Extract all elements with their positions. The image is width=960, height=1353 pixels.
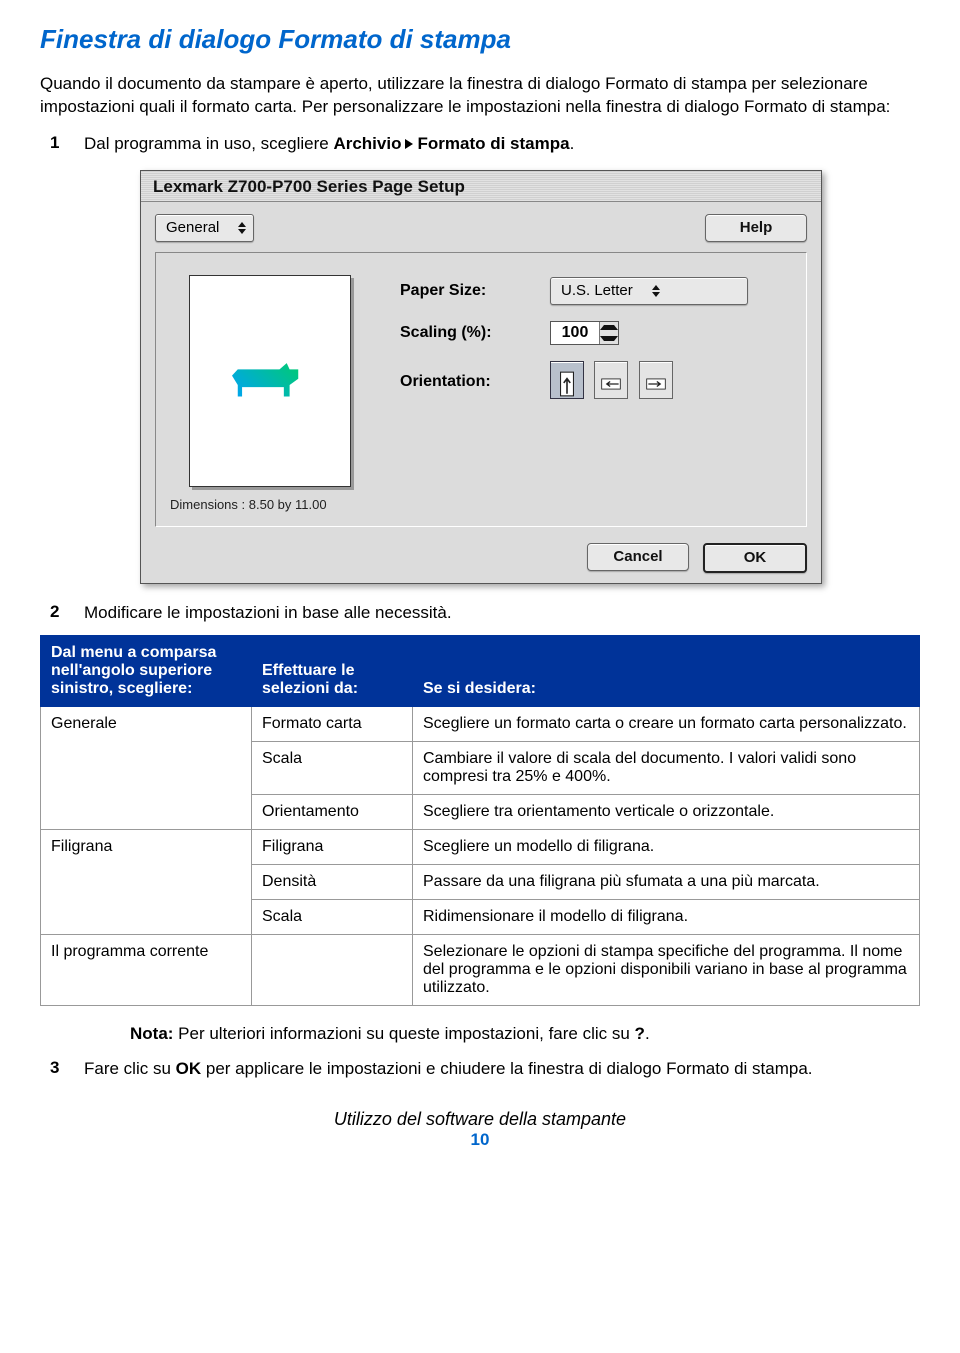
scaling-label: Scaling (%): xyxy=(400,324,550,342)
preview-dog-icon xyxy=(232,354,304,406)
step-1-number: 1 xyxy=(40,133,84,156)
orientation-label: Orientation: xyxy=(400,373,550,391)
page-preview xyxy=(189,275,351,487)
table-cell: Scegliere un modello di filigrana. xyxy=(413,829,920,864)
note-line: Nota: Per ulteriori informazioni su ques… xyxy=(130,1024,920,1044)
table-cell: Scala xyxy=(252,741,413,794)
table-row: Generale Formato carta Scegliere un form… xyxy=(41,706,920,741)
table-cell: Scegliere un formato carta o creare un f… xyxy=(413,706,920,741)
table-header-3: Se si desidera: xyxy=(413,635,920,706)
general-dropdown[interactable]: General xyxy=(155,214,254,242)
step3-prefix: Fare clic su xyxy=(84,1059,176,1078)
table-cell: Formato carta xyxy=(252,706,413,741)
dialog-title: Lexmark Z700-P700 Series Page Setup xyxy=(153,177,465,196)
table-cell: Scala xyxy=(252,899,413,934)
step1-prefix: Dal programma in uso, scegliere xyxy=(84,134,333,153)
step3-ok: OK xyxy=(176,1059,202,1078)
landscape-left-icon xyxy=(600,370,622,398)
note-end: . xyxy=(645,1024,650,1043)
ok-button[interactable]: OK xyxy=(703,543,807,573)
scaling-input[interactable]: 100 xyxy=(550,321,619,345)
table-cell: Densità xyxy=(252,864,413,899)
papersize-dropdown[interactable]: U.S. Letter xyxy=(550,277,748,305)
page-title: Finestra di dialogo Formato di stampa xyxy=(40,24,920,55)
orientation-portrait-button[interactable] xyxy=(550,361,584,399)
spinner-up-icon xyxy=(600,325,618,330)
table-cell: Ridimensionare il modello di filigrana. xyxy=(413,899,920,934)
note-label: Nota: xyxy=(130,1024,173,1043)
table-row: Filigrana Filigrana Scegliere un modello… xyxy=(41,829,920,864)
spinner-down-icon xyxy=(600,336,618,341)
orientation-landscape-right-button[interactable] xyxy=(639,361,673,399)
table-cell: Filigrana xyxy=(252,829,413,864)
dimensions-text: Dimensions : 8.50 by 11.00 xyxy=(170,497,370,512)
step-3-number: 3 xyxy=(40,1058,84,1081)
table-cell: Generale xyxy=(41,706,252,829)
note-questionmark: ? xyxy=(635,1024,645,1043)
table-cell: Cambiare il valore di scala del document… xyxy=(413,741,920,794)
table-header-1: Dal menu a comparsa nell'angolo superior… xyxy=(41,635,252,706)
step1-menu-formato: Formato di stampa xyxy=(417,134,569,153)
footer-page-number: 10 xyxy=(40,1130,920,1150)
step-2-number: 2 xyxy=(40,602,84,625)
table-cell xyxy=(252,934,413,1005)
table-cell: Scegliere tra orientamento verticale o o… xyxy=(413,794,920,829)
step3-suffix: per applicare le impostazioni e chiudere… xyxy=(201,1059,812,1078)
page-setup-dialog-screenshot: Lexmark Z700-P700 Series Page Setup Gene… xyxy=(140,170,920,584)
scaling-spinner[interactable] xyxy=(599,322,618,344)
table-row: Il programma corrente Selezionare le opz… xyxy=(41,934,920,1005)
step1-suffix: . xyxy=(570,134,575,153)
papersize-label: Paper Size: xyxy=(400,282,550,300)
table-cell: Orientamento xyxy=(252,794,413,829)
scaling-value: 100 xyxy=(551,322,599,344)
table-cell: Il programma corrente xyxy=(41,934,252,1005)
table-cell: Selezionare le opzioni di stampa specifi… xyxy=(413,934,920,1005)
table-cell: Passare da una filigrana più sfumata a u… xyxy=(413,864,920,899)
note-text: Per ulteriori informazioni su queste imp… xyxy=(173,1024,634,1043)
portrait-icon xyxy=(556,370,578,398)
papersize-value: U.S. Letter xyxy=(561,282,633,299)
help-button[interactable]: Help xyxy=(705,214,807,242)
step-2-text: Modificare le impostazioni in base alle … xyxy=(84,602,452,625)
menu-arrow-icon xyxy=(405,139,413,149)
step-3-text: Fare clic su OK per applicare le imposta… xyxy=(84,1058,813,1081)
settings-table: Dal menu a comparsa nell'angolo superior… xyxy=(40,635,920,1006)
cancel-button[interactable]: Cancel xyxy=(587,543,689,571)
general-dropdown-value: General xyxy=(166,219,219,236)
table-header-2: Effettuare le selezioni da: xyxy=(252,635,413,706)
orientation-landscape-left-button[interactable] xyxy=(594,361,628,399)
intro-paragraph: Quando il documento da stampare è aperto… xyxy=(40,73,920,119)
updown-icon xyxy=(237,222,247,234)
landscape-right-icon xyxy=(645,370,667,398)
step-1-text: Dal programma in uso, scegliere Archivio… xyxy=(84,133,574,156)
step1-menu-archivio: Archivio xyxy=(333,134,401,153)
table-cell: Filigrana xyxy=(41,829,252,934)
footer-title: Utilizzo del software della stampante xyxy=(40,1109,920,1130)
updown-icon xyxy=(651,285,661,297)
